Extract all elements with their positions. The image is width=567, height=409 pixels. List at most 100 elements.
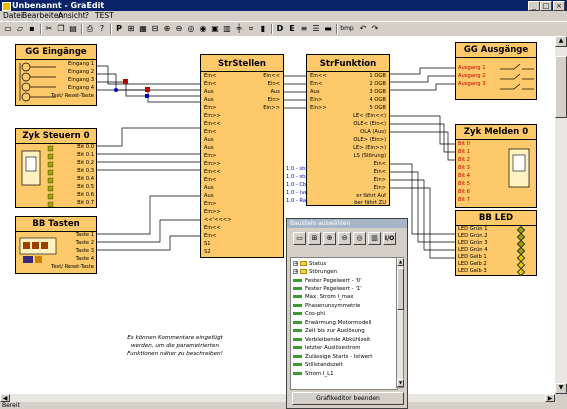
port-eingang-4[interactable]: Eingang 4: [68, 85, 94, 92]
list-item[interactable]: Zulässige Starts - Istwert: [293, 353, 372, 361]
paste-icon[interactable]: ▤: [68, 24, 78, 34]
port-out[interactable]: 4 OGB: [369, 97, 386, 104]
port-in[interactable]: Ein>>: [204, 113, 221, 120]
port-bit-0-6[interactable]: Bit 0.6: [77, 192, 94, 199]
port-out[interactable]: 1 OGB: [369, 73, 386, 80]
port-in[interactable]: Aus: [204, 185, 214, 192]
list-item-folder[interactable]: + Status: [293, 260, 326, 268]
rows-icon[interactable]: ☰: [311, 24, 321, 34]
list-item[interactable]: letzter Auslösestrom: [293, 344, 361, 352]
port-in[interactable]: Ein<: [204, 233, 216, 240]
close-editor-button[interactable]: Grafikeditor beenden: [292, 392, 404, 405]
port-bit-0-1[interactable]: Bit 0.1: [77, 152, 94, 159]
block-picker-dialog[interactable]: Baustein auswählen ▭ ⊞ ⊕ ⊖ ◎ ▥ I/O + Stat…: [286, 218, 408, 409]
port-bit-5[interactable]: Bit 5: [458, 181, 470, 188]
port-in[interactable]: Ein>: [204, 201, 216, 208]
scroll-up-icon[interactable]: ▲: [555, 36, 567, 47]
list-item[interactable]: Strom I_L1: [293, 370, 334, 378]
port-out[interactable]: Ein>>: [263, 105, 280, 112]
menu-datei[interactable]: Datei: [3, 11, 23, 21]
port-bit-4[interactable]: Bit 4: [458, 173, 470, 180]
port-led-gruen-3[interactable]: LED Grün 3: [458, 240, 488, 247]
port-bit-1[interactable]: Bit 1: [458, 149, 470, 156]
port-bit-0-5[interactable]: Bit 0.5: [77, 184, 94, 191]
d-button[interactable]: D: [275, 24, 285, 34]
scroll-left-icon[interactable]: ◀: [0, 394, 10, 402]
copy-icon[interactable]: ❐: [56, 24, 66, 34]
list-item[interactable]: Stillstandszeit: [293, 361, 343, 369]
open-icon[interactable]: ▱: [15, 24, 25, 34]
port-led-gruen-4[interactable]: LED Grün 4: [458, 247, 488, 254]
vertical-scroll-thumb[interactable]: [555, 56, 567, 118]
port-in[interactable]: Ein<: [204, 129, 216, 136]
close-button[interactable]: ×: [553, 1, 565, 11]
port-in[interactable]: Ein<<: [204, 169, 221, 176]
list-scrollbar[interactable]: ▲ ▼: [396, 257, 404, 388]
port-in[interactable]: Ein>: [204, 105, 216, 112]
port-in[interactable]: Aus: [204, 97, 214, 104]
port-bit-6[interactable]: Bit 6: [458, 189, 470, 196]
port-in[interactable]: Ein>>: [204, 161, 221, 168]
bar-icon[interactable]: ▬: [323, 24, 333, 34]
zoom-out-icon[interactable]: ⊖: [174, 24, 184, 34]
port-out[interactable]: 3 OGB: [369, 89, 386, 96]
menu-help[interactable]: ?: [85, 11, 89, 21]
port-ausgang-2[interactable]: Ausgang 2: [458, 73, 486, 80]
port-eingang-2[interactable]: Eingang 2: [68, 69, 94, 76]
cut-icon[interactable]: ✂: [44, 24, 54, 34]
help-icon[interactable]: ?: [97, 24, 107, 34]
connect-icon[interactable]: ╪: [234, 24, 244, 34]
port-in[interactable]: Aus: [204, 145, 214, 152]
port-bit-0-7[interactable]: Bit 0.7: [77, 200, 94, 207]
block-zyk-melden[interactable]: Zyk Melden 0 Bit 0 Bit 1 Bit 2 Bit 3 Bit…: [455, 124, 537, 208]
port-in[interactable]: Aus: [204, 137, 214, 144]
minimize-button[interactable]: _: [528, 1, 540, 11]
port-in[interactable]: <<'<<<>: [204, 217, 232, 224]
zoom-out-icon[interactable]: ⊖: [338, 232, 351, 245]
network-icon[interactable]: ⌗: [246, 24, 256, 34]
port-out[interactable]: OLE< (Ein<): [353, 121, 386, 128]
block-zyk-steuern[interactable]: Zyk Steuern 0 Bit 0.0 Bit 0.1 Bit 0.2 Bi…: [15, 128, 97, 208]
list-item[interactable]: Verbleibende Abkühlzeit: [293, 336, 370, 344]
port-out[interactable]: 5 OGB: [369, 105, 386, 112]
vertical-scrollbar[interactable]: ▲ ▼: [555, 36, 567, 394]
port-in[interactable]: Ein<<: [204, 121, 221, 128]
list-item[interactable]: Phasenunsymmetrie: [293, 302, 360, 310]
port-out[interactable]: OLE> (Ein>): [353, 137, 386, 144]
port-in[interactable]: Ein>>: [204, 209, 221, 216]
port-in[interactable]: Aus: [204, 89, 214, 96]
block-bb-led[interactable]: BB LED LED Grün 1 LED Grün 2 LED Grün 3 …: [455, 210, 537, 277]
port-out[interactable]: Ein>: [374, 177, 386, 184]
port-out[interactable]: Ein<: [374, 161, 386, 168]
port-out[interactable]: Ein>: [374, 185, 386, 192]
port-bit-0-0[interactable]: Bit 0.0: [77, 144, 94, 151]
zoom-fit-icon[interactable]: ◎: [353, 232, 366, 245]
diagram-canvas[interactable]: GG Eingänge Eingang 1 Eingang 2 Eingang …: [0, 36, 555, 394]
list-icon[interactable]: ≡: [299, 24, 309, 34]
block-strfunktion[interactable]: StrFunktion Ein<< Ein< Aus Ein> Ein>> 1 …: [306, 54, 390, 206]
port-bit-3[interactable]: Bit 3: [458, 165, 470, 172]
redo-icon[interactable]: ↷: [370, 24, 380, 34]
undo-icon[interactable]: ↶: [358, 24, 368, 34]
port-in[interactable]: Ein<<: [310, 73, 327, 80]
port-out[interactable]: Ein<<: [263, 73, 280, 80]
block-gg-eingaenge[interactable]: GG Eingänge Eingang 1 Eingang 2 Eingang …: [15, 44, 97, 106]
zoom-page-icon[interactable]: ◉: [198, 24, 208, 34]
view-icon[interactable]: ▣: [210, 24, 220, 34]
block-icon[interactable]: ▮: [258, 24, 268, 34]
port-taste-4[interactable]: Taste 4: [76, 256, 94, 263]
list-item[interactable]: Zeit bis zur Auslösung: [293, 327, 365, 335]
port-out[interactable]: LE< (Ein<<): [353, 113, 386, 120]
port-out[interactable]: er fährt Auf: [356, 193, 386, 200]
list-item-folder[interactable]: + Störungen: [293, 268, 337, 276]
new-icon[interactable]: ▭: [3, 24, 13, 34]
port-bit-0[interactable]: Bit 0: [458, 141, 470, 148]
port-out[interactable]: Ein<: [268, 81, 280, 88]
maximize-button[interactable]: □: [540, 1, 552, 11]
chart-icon[interactable]: ▥: [368, 232, 381, 245]
port-in[interactable]: Ein>: [310, 97, 322, 104]
list-item[interactable]: Fester Pegelwert - '0': [293, 277, 362, 285]
scroll-up-icon[interactable]: ▲: [397, 258, 404, 266]
port-led-gelb-2[interactable]: LED Gelb 2: [458, 261, 487, 268]
port-led-gruen-1[interactable]: LED Grün 1: [458, 226, 488, 233]
